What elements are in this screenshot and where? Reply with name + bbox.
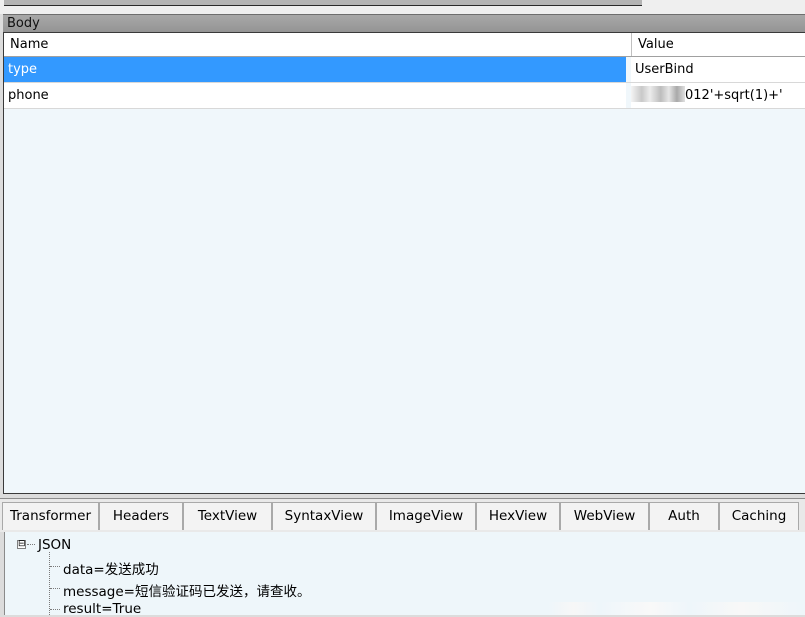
- tab-headers[interactable]: Headers: [99, 502, 183, 530]
- grid-row-type[interactable]: type UserBind: [4, 57, 805, 83]
- row-value-cell[interactable]: 012'+sqrt(1)+': [631, 83, 805, 108]
- column-header-name[interactable]: Name: [4, 33, 632, 56]
- tree-node-data[interactable]: data=发送成功: [63, 558, 159, 578]
- tab-caching[interactable]: Caching: [719, 502, 799, 530]
- tab-hexview[interactable]: HexView: [476, 502, 560, 530]
- top-input-field[interactable]: [4, 0, 642, 6]
- top-strip: [0, 0, 805, 14]
- body-section-header: Body: [3, 14, 805, 32]
- row-name-cell[interactable]: type: [4, 57, 626, 82]
- tree-connector: [50, 566, 60, 567]
- tab-syntaxview[interactable]: SyntaxView: [272, 502, 376, 530]
- inspector-tabs: Transformer Headers TextView SyntaxView …: [0, 498, 805, 532]
- tree-connector: [50, 609, 60, 610]
- tree-connector: [27, 544, 35, 545]
- row-value-cell[interactable]: UserBind: [631, 57, 805, 82]
- tab-textview[interactable]: TextView: [183, 502, 272, 530]
- column-header-value[interactable]: Value: [632, 33, 805, 56]
- tab-transformer[interactable]: Transformer: [2, 502, 99, 530]
- row-name-cell[interactable]: phone: [4, 83, 626, 108]
- tree-guide-line: [49, 552, 50, 615]
- tree-node-json[interactable]: JSON: [38, 537, 71, 553]
- row-value-text: 012'+sqrt(1)+': [685, 88, 783, 103]
- tab-imageview[interactable]: ImageView: [376, 502, 476, 530]
- collapse-icon[interactable]: ⊟: [17, 540, 26, 549]
- grid-header: Name Value: [4, 33, 805, 57]
- body-params-grid: Name Value type UserBind phone 012'+sqrt…: [3, 32, 805, 494]
- redacted-phone-prefix: [631, 86, 685, 102]
- tree-node-message[interactable]: message=短信验证码已发送，请查收。: [63, 580, 310, 600]
- grid-row-phone[interactable]: phone 012'+sqrt(1)+': [4, 83, 805, 109]
- body-section-title: Body: [7, 16, 40, 31]
- watermark: [548, 602, 805, 615]
- tab-webview[interactable]: WebView: [560, 502, 649, 530]
- tree-connector: [50, 588, 60, 589]
- tab-auth[interactable]: Auth: [649, 502, 719, 530]
